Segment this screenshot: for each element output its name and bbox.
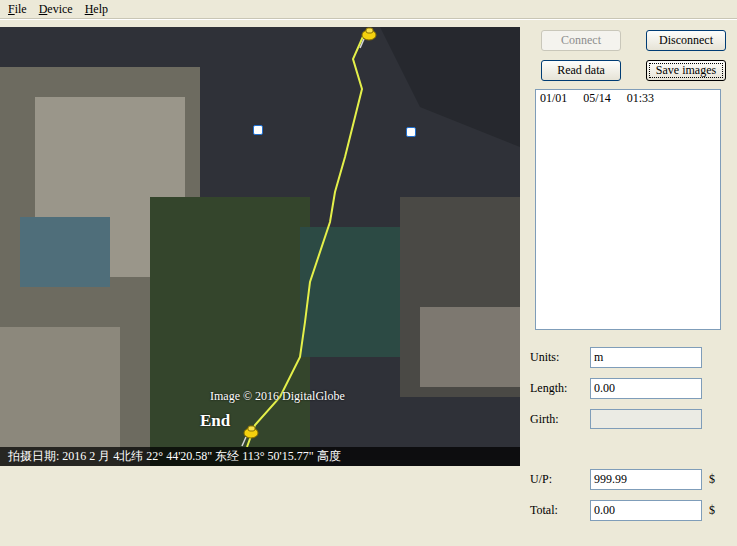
menu-item[interactable]: Help — [79, 1, 114, 18]
map-attribution: Image © 2016 DigitalGlobe — [210, 389, 345, 404]
map-view[interactable]: Image © 2016 DigitalGlobe End 拍摄日期: 2016 2… — [0, 27, 520, 466]
waypoint-marker[interactable] — [253, 125, 263, 135]
field-row: U/P:999.99 $ — [530, 469, 730, 490]
cost-fields: U/P:999.99 $ Total:0.00 $ — [530, 469, 730, 521]
side-panel: Connect Disconnect Read data Save images 01/… — [530, 27, 730, 521]
currency-suffix: $ — [709, 503, 715, 518]
record-row[interactable]: 01/01 05/14 01:33 — [538, 91, 718, 106]
record-list[interactable]: 01/01 05/14 01:33 — [535, 89, 721, 330]
action-button[interactable]: Disconnect — [646, 30, 726, 51]
currency-suffix: $ — [709, 472, 715, 487]
pushpin-icon — [240, 425, 260, 447]
field-label: U/P: — [530, 472, 590, 487]
action-button[interactable]: Read data — [541, 60, 621, 81]
menu-item[interactable]: Device — [33, 1, 79, 18]
waypoint-marker[interactable] — [406, 127, 416, 137]
end-label: End — [200, 411, 230, 431]
field-label: Girth: — [530, 412, 590, 427]
text-field[interactable]: 0.00 — [590, 378, 702, 399]
button-grid: Connect Disconnect Read data Save images — [530, 30, 730, 81]
record-cell: 01:33 — [627, 91, 654, 106]
text-field — [590, 409, 702, 429]
pushpin-icon — [358, 27, 378, 49]
text-field[interactable]: 999.99 — [590, 469, 702, 490]
record-cell: 05/14 — [583, 91, 610, 106]
text-field[interactable]: m — [590, 347, 702, 368]
field-label: Length: — [530, 381, 590, 396]
map-status-bar: 拍摄日期: 2016 2 月 4北纬 22° 44'20.58" 东经 113°… — [0, 447, 520, 466]
field-row: Units:m — [530, 347, 730, 368]
field-row: Total:0.00 $ — [530, 500, 730, 521]
field-label: Units: — [530, 350, 590, 365]
record-cell: 01/01 — [540, 91, 567, 106]
menu-item[interactable]: File — [2, 1, 33, 18]
action-button: Connect — [541, 30, 621, 51]
text-field[interactable]: 0.00 — [590, 500, 702, 521]
field-label: Total: — [530, 503, 590, 518]
field-row: Length:0.00 — [530, 378, 730, 399]
action-button[interactable]: Save images — [646, 60, 726, 81]
menu-bar: FileDeviceHelp — [0, 0, 737, 19]
field-row: Girth: — [530, 409, 730, 429]
measure-fields: Units:mLength:0.00Girth: — [530, 347, 730, 429]
app-window: FileDeviceHelp Image © 2016 DigitalGlobe E… — [0, 0, 737, 546]
